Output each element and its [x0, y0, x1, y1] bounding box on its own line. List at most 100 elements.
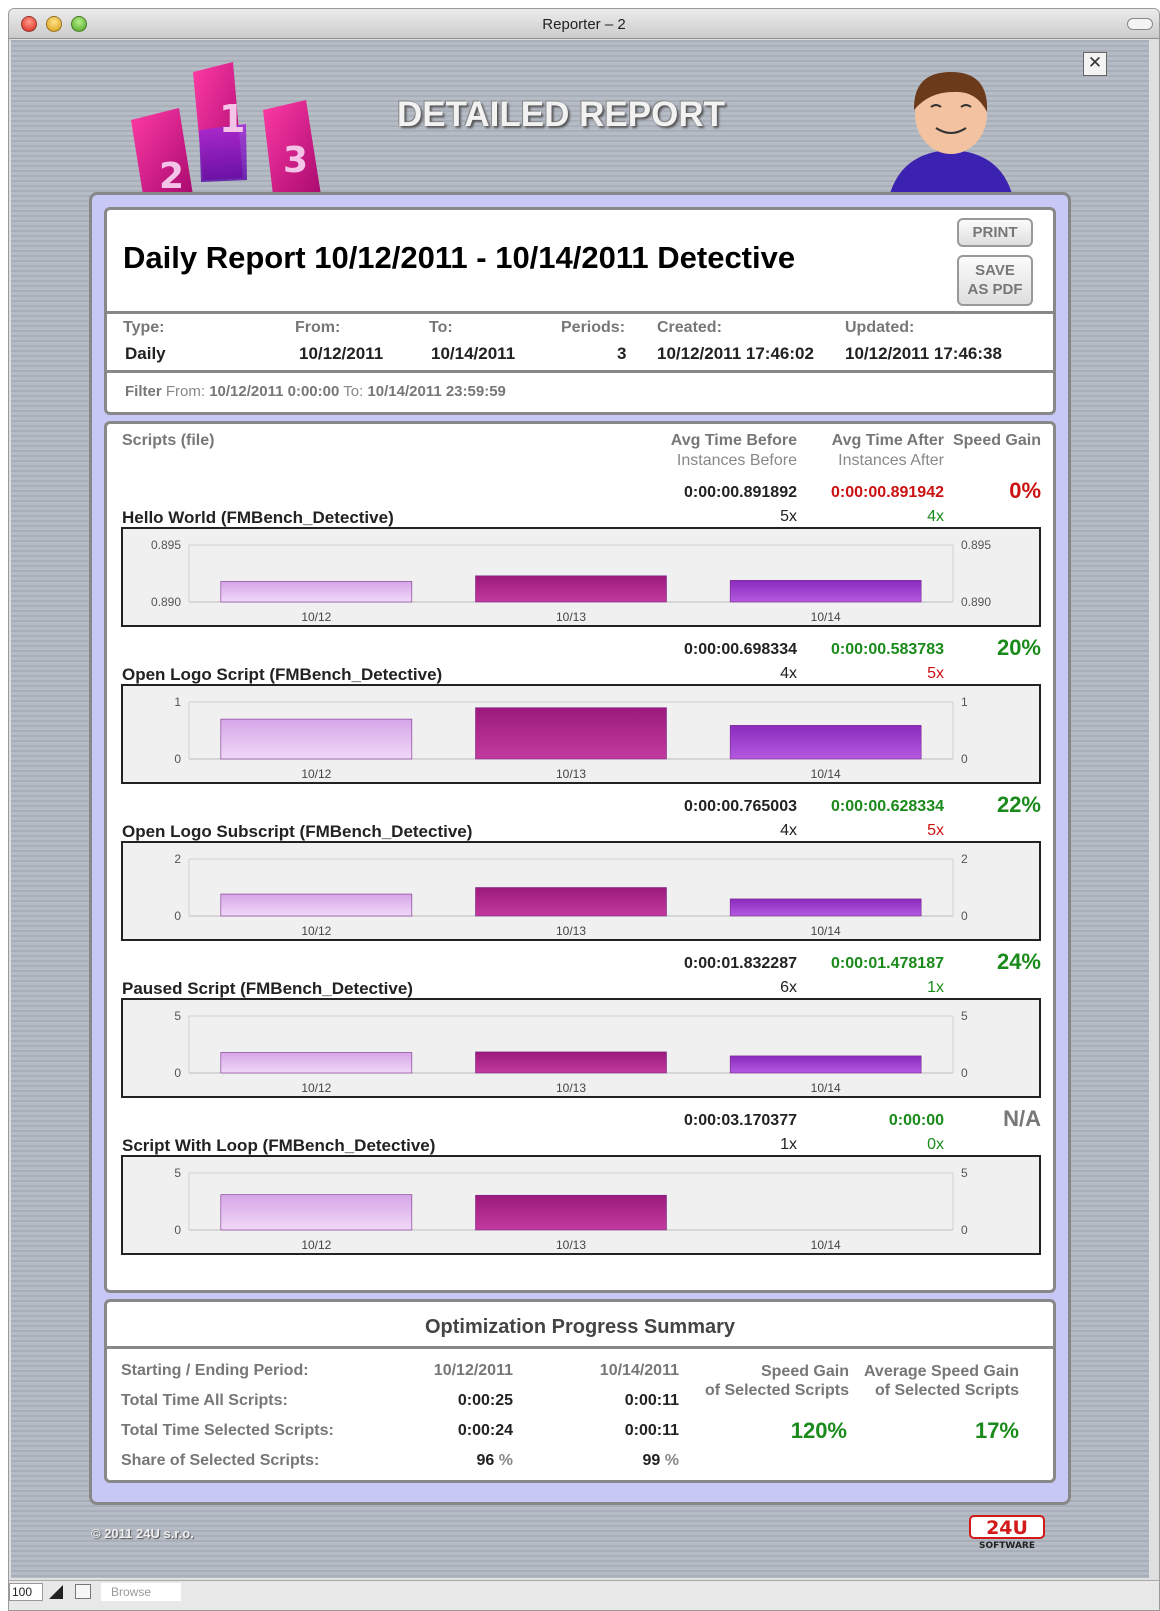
- y-tick-label-right: 2: [961, 852, 968, 866]
- instances-before: 1x: [780, 1136, 797, 1153]
- summary-period-start: 10/12/2011: [433, 1362, 513, 1379]
- instances-after: 0x: [927, 1136, 944, 1153]
- x-tick-label: 10/13: [556, 1238, 586, 1252]
- from-label: From:: [295, 319, 341, 336]
- y-tick-label-left: 2: [174, 852, 181, 866]
- summary-share-end-unit: %: [664, 1452, 679, 1469]
- script-name[interactable]: Open Logo Script (FMBench_Detective): [122, 665, 442, 685]
- summary-total-all-end: 0:00:11: [624, 1392, 679, 1409]
- instances-after: 5x: [927, 822, 944, 839]
- chart-bar: [220, 581, 413, 603]
- speed-gain-header-line2: of Selected Scripts: [704, 1382, 849, 1399]
- speed-gain: 20%: [996, 635, 1041, 660]
- scripts-panel: Scripts (file) Avg Time Before Instances…: [104, 421, 1056, 1293]
- to-label: To:: [429, 319, 453, 336]
- instances-before: 5x: [780, 508, 797, 525]
- y-tick-label-left: 5: [174, 1166, 181, 1180]
- x-tick-label: 10/14: [811, 1238, 841, 1252]
- x-tick-label: 10/12: [301, 610, 331, 624]
- summary-total-selected-label: Total Time Selected Scripts:: [121, 1422, 334, 1439]
- window-title: Reporter – 2: [542, 16, 626, 33]
- report-layout: ✕ 1 2 3 DETAILED REPORT Daily Report 10/…: [11, 40, 1149, 1578]
- summary-total-selected-start: 0:00:24: [457, 1422, 513, 1439]
- x-tick-label: 10/13: [556, 1081, 586, 1095]
- chart-bar: [475, 1051, 667, 1074]
- toolbar-toggle-button[interactable]: [1127, 18, 1153, 30]
- script-row: 0:00:00.765003 0:00:00.628334 22% Open Logo…: [107, 792, 1053, 958]
- x-tick-label: 10/14: [811, 610, 841, 624]
- average-speed-gain-header-line2: of Selected Scripts: [874, 1382, 1019, 1399]
- avg-after-column-header: Avg Time After: [831, 432, 944, 449]
- type-label: Type:: [123, 319, 165, 336]
- chart-bar: [729, 580, 922, 603]
- save-as-pdf-label-line2: AS PDF: [967, 281, 1023, 298]
- chart-bar: [475, 707, 667, 760]
- script-row: 0:00:03.170377 0:00:00 N/A Script With Loop…: [107, 1106, 1053, 1272]
- chart-bar: [220, 893, 413, 917]
- script-bar-chart: 0 0 5 5 10/12 10/13 10/14: [121, 998, 1041, 1098]
- avg-time-after: 0:00:00: [888, 1112, 944, 1129]
- avg-time-after: 0:00:00.891942: [831, 484, 944, 501]
- speed-gain-header-line1: Speed Gain: [760, 1363, 849, 1380]
- y-tick-label-left: 0: [174, 1223, 181, 1237]
- script-row: 0:00:00.891892 0:00:00.891942 0% Hello Worl…: [107, 478, 1053, 644]
- script-bar-chart: 0 0 1 1 10/12 10/13 10/14: [121, 684, 1041, 784]
- script-name[interactable]: Hello World (FMBench_Detective): [122, 508, 394, 528]
- instances-after: 1x: [927, 979, 944, 996]
- y-tick-label-left: 0: [174, 1066, 181, 1080]
- speed-gain-header: Speed Gain of Selected Scripts: [687, 1362, 849, 1400]
- layout-view-icon[interactable]: [75, 1584, 91, 1599]
- chart-svg: 0 0 5 5 10/12 10/13 10/14: [174, 1166, 968, 1252]
- script-name[interactable]: Paused Script (FMBench_Detective): [122, 979, 413, 999]
- instances-before-column-header: Instances Before: [676, 452, 797, 469]
- chart-bar: [729, 1055, 922, 1074]
- save-as-pdf-label-line1: SAVE: [975, 262, 1015, 279]
- avg-time-before: 0:00:00.891892: [684, 484, 797, 501]
- summary-period-label: Starting / Ending Period:: [121, 1362, 309, 1379]
- y-tick-label-right: 1: [961, 695, 968, 709]
- x-tick-label: 10/12: [301, 767, 331, 781]
- periods-label: Periods:: [561, 319, 626, 336]
- status-toggle-icon[interactable]: [49, 1585, 63, 1599]
- y-tick-label-right: 5: [961, 1166, 968, 1180]
- script-name[interactable]: Open Logo Subscript (FMBench_Detective): [122, 822, 472, 842]
- filter-from-label: From:: [165, 383, 206, 400]
- avg-time-before: 0:00:00.765003: [684, 798, 797, 815]
- y-tick-label-left: 0: [174, 752, 181, 766]
- title-bar: Reporter – 2: [9, 9, 1159, 39]
- scripts-column-header: Scripts (file): [122, 432, 215, 449]
- print-button[interactable]: PRINT: [957, 218, 1033, 247]
- podium-number-2: 2: [159, 156, 184, 195]
- instances-before: 4x: [780, 822, 797, 839]
- average-speed-gain-header-line1: Average Speed Gain: [863, 1363, 1019, 1380]
- chart-bar: [475, 887, 667, 917]
- zoom-level-field[interactable]: 100: [9, 1583, 43, 1601]
- close-report-button[interactable]: ✕: [1083, 52, 1107, 76]
- created-value: 10/12/2011 17:46:02: [657, 344, 814, 363]
- podium-illustration: 1 2 3: [131, 62, 321, 195]
- chart-svg: 0 0 1 1 10/12 10/13 10/14: [174, 695, 968, 781]
- y-tick-label-right: 0: [961, 909, 968, 923]
- summary-total-selected-end: 0:00:11: [624, 1422, 679, 1439]
- summary-period-end: 10/14/2011: [599, 1362, 679, 1379]
- save-as-pdf-button[interactable]: SAVE AS PDF: [957, 255, 1033, 306]
- avg-before-column-header: Avg Time Before: [670, 432, 797, 449]
- chart-bar: [475, 1194, 667, 1231]
- x-tick-label: 10/12: [301, 924, 331, 938]
- instances-before: 6x: [780, 979, 797, 996]
- report-heading: DETAILED REPORT: [397, 95, 725, 134]
- chart-bar: [729, 725, 922, 760]
- script-name[interactable]: Script With Loop (FMBench_Detective): [122, 1136, 435, 1156]
- summary-share-start-value: 96: [476, 1452, 495, 1469]
- y-tick-label-right: 5: [961, 1009, 968, 1023]
- created-label: Created:: [657, 319, 722, 336]
- divider: [107, 370, 1053, 373]
- average-speed-gain-value: 17%: [974, 1418, 1019, 1443]
- instances-before: 4x: [780, 665, 797, 682]
- mode-popup[interactable]: Browse: [101, 1583, 181, 1601]
- x-tick-label: 10/14: [811, 924, 841, 938]
- script-row: 0:00:00.698334 0:00:00.583783 20% Open Logo…: [107, 635, 1053, 801]
- chart-svg: 0 0 2 2 10/12 10/13 10/14: [174, 852, 968, 938]
- summary-share-start-unit: %: [498, 1452, 513, 1469]
- filter-line: Filter From: 10/12/2011 0:00:00 To: 10/1…: [125, 383, 506, 400]
